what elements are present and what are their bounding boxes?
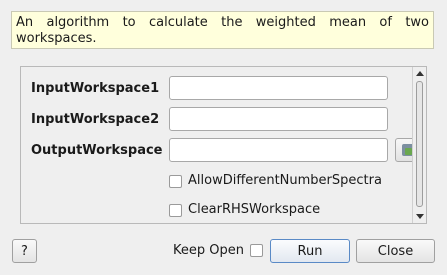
clear-rhs-workspace-checkbox[interactable] — [169, 204, 182, 217]
scroll-up-arrow-icon[interactable] — [416, 71, 424, 76]
keep-open-checkbox[interactable] — [250, 244, 263, 257]
checkbox-label: ClearRHSWorkspace — [188, 202, 321, 217]
help-button[interactable]: ? — [12, 239, 37, 263]
scroll-down-arrow-icon[interactable] — [416, 214, 424, 219]
inputworkspace2-field[interactable] — [169, 107, 388, 131]
checkbox-label: AllowDifferentNumberSpectra — [188, 173, 382, 188]
properties-panel: InputWorkspace1 InputWorkspace2 OutputWo… — [20, 66, 427, 224]
vertical-scrollbar[interactable] — [412, 67, 426, 223]
outputworkspace-field[interactable] — [169, 138, 388, 162]
property-label: InputWorkspace1 — [31, 81, 160, 96]
property-label: InputWorkspace2 — [31, 112, 160, 127]
run-button[interactable]: Run — [270, 239, 350, 263]
inputworkspace1-field[interactable] — [169, 76, 388, 100]
scrollbar-thumb[interactable] — [416, 81, 423, 207]
allow-different-number-spectra-checkbox[interactable] — [169, 175, 182, 188]
close-button[interactable]: Close — [356, 239, 435, 263]
keep-open-label: Keep Open — [173, 243, 244, 258]
description-text: An algorithm to calculate the weighted m… — [16, 15, 429, 46]
property-label: OutputWorkspace — [31, 143, 163, 158]
algorithm-description: An algorithm to calculate the weighted m… — [11, 11, 434, 49]
